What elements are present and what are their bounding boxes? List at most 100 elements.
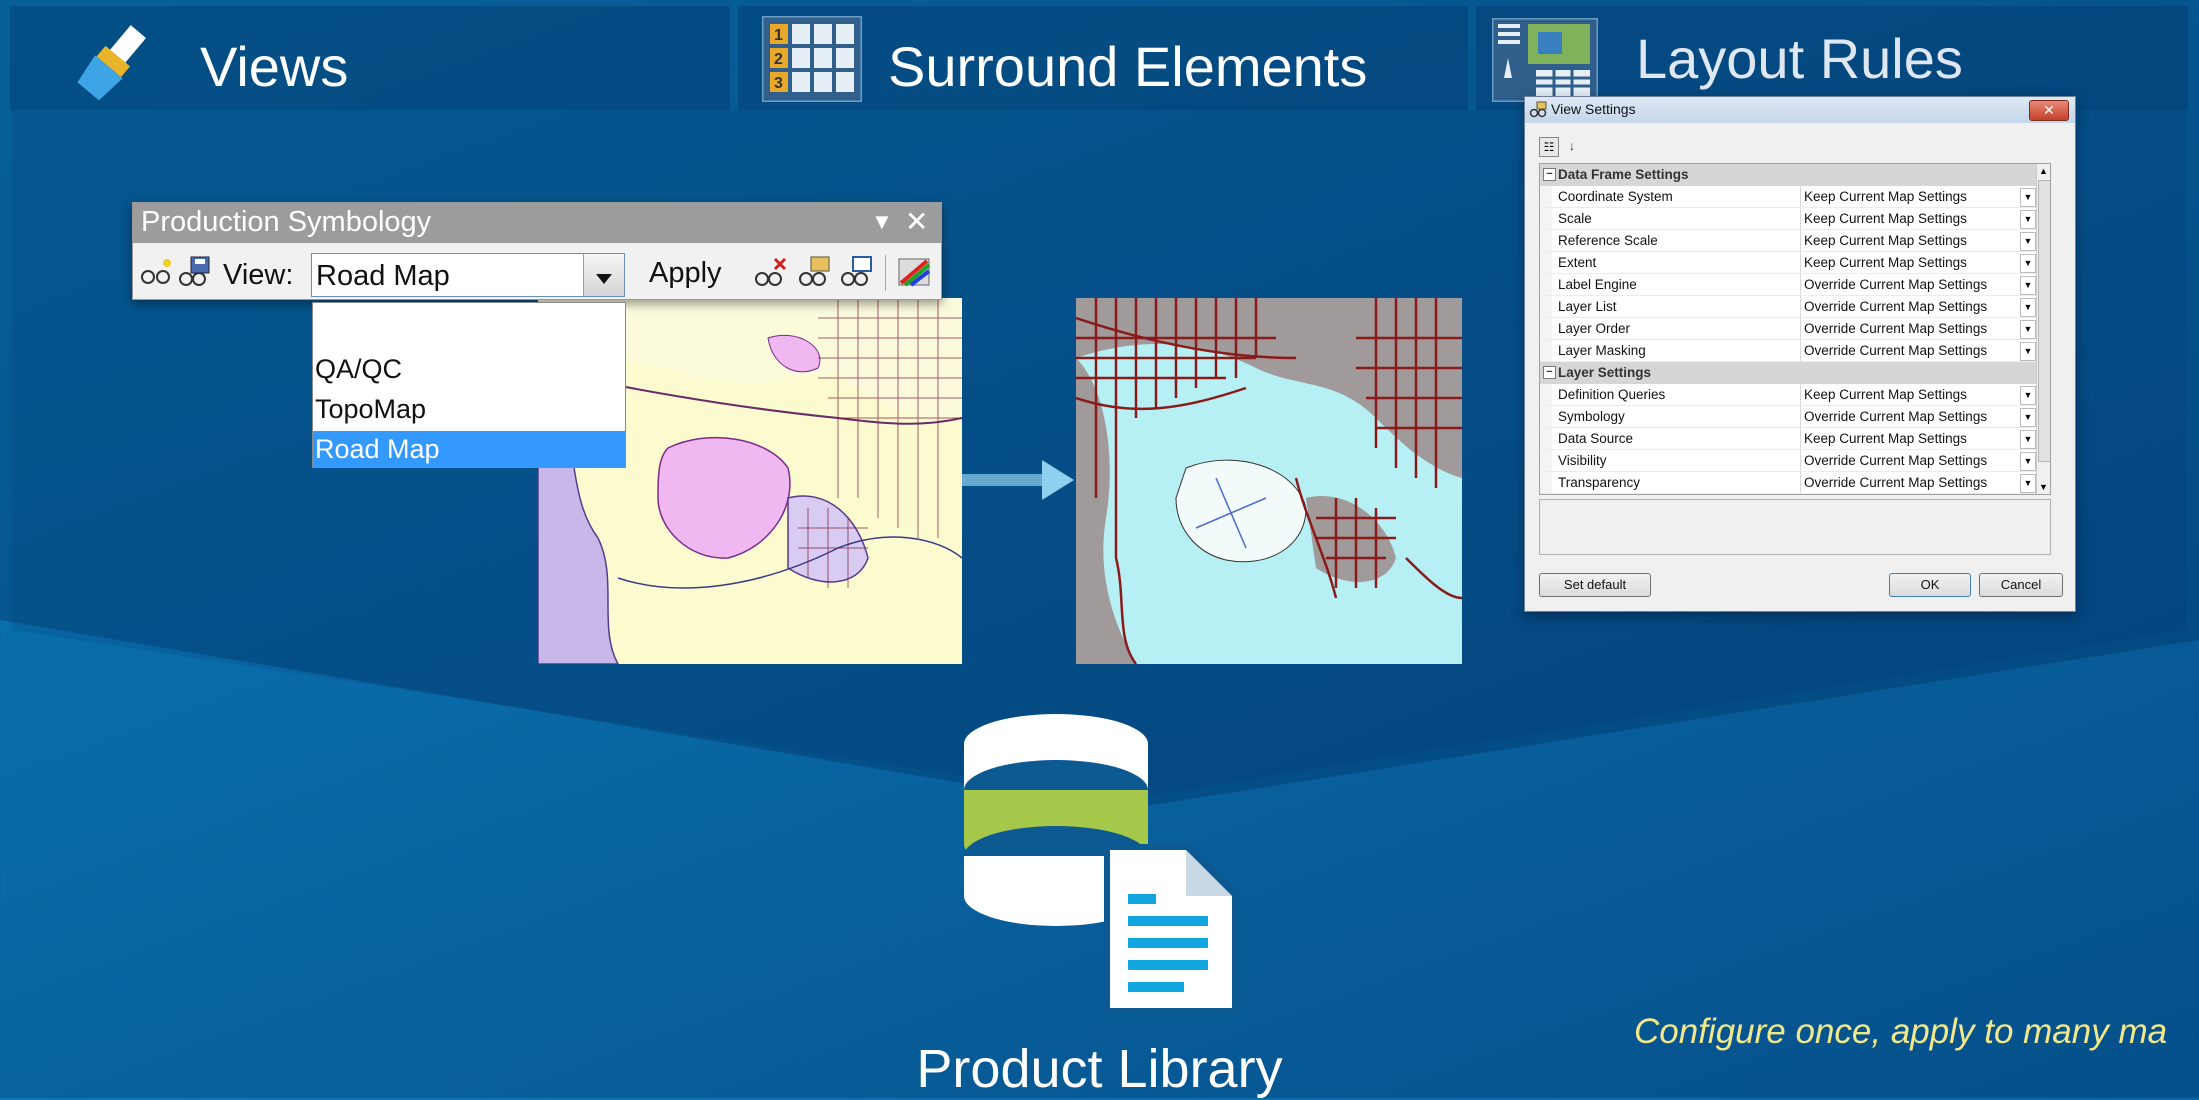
scrollbar-thumb[interactable]: [2038, 180, 2050, 462]
property-row[interactable]: Reference Scale Keep Current Map Settings…: [1540, 230, 2036, 252]
grid-divider: [1800, 208, 1801, 230]
chevron-down-icon[interactable]: ▼: [2020, 474, 2036, 493]
property-value: Override Current Map Settings: [1804, 321, 1988, 336]
property-value: Override Current Map Settings: [1804, 453, 1988, 468]
paintbrush-icon: [77, 25, 147, 101]
category-layer-settings[interactable]: − Layer Settings: [1540, 362, 2036, 384]
view-label: View:: [223, 259, 294, 291]
category-data-frame-settings[interactable]: − Data Frame Settings: [1540, 164, 2036, 186]
vertical-scrollbar[interactable]: ▲ ▼: [2036, 164, 2050, 494]
property-name: Label Engine: [1558, 277, 1637, 292]
chevron-down-icon[interactable]: ▼: [2020, 408, 2036, 427]
ok-button[interactable]: OK: [1889, 573, 1971, 597]
property-value: Keep Current Map Settings: [1804, 387, 1967, 402]
description-panel: [1539, 499, 2051, 555]
grid-divider: [1800, 230, 1801, 252]
dropdown-option-road-map[interactable]: Road Map: [313, 431, 625, 467]
collapse-icon[interactable]: −: [1543, 168, 1556, 181]
view-dropdown-list: QA/QC TopoMap Road Map: [312, 302, 626, 468]
property-row[interactable]: Visibility Override Current Map Settings ▼: [1540, 450, 2036, 472]
chevron-down-icon[interactable]: ▼: [2020, 342, 2036, 361]
grid-numbered-icon: 1 2 3: [762, 16, 862, 102]
glasses-delete-icon[interactable]: [753, 255, 787, 289]
property-row[interactable]: Layer List Override Current Map Settings ▼: [1540, 296, 2036, 318]
category-label: Data Frame Settings: [1558, 167, 1689, 182]
arrow-right-icon: [962, 460, 1074, 500]
collapse-icon[interactable]: −: [1543, 366, 1556, 379]
grid-divider: [1800, 296, 1801, 318]
property-row[interactable]: Layer Order Override Current Map Settings…: [1540, 318, 2036, 340]
toolbar-title-bar[interactable]: Production Symbology ▼ ✕: [133, 203, 941, 243]
scroll-up-icon[interactable]: ▲: [2039, 166, 2048, 176]
property-row[interactable]: Data Source Keep Current Map Settings ▼: [1540, 428, 2036, 450]
property-name: Visibility: [1558, 453, 1607, 468]
scroll-down-icon[interactable]: ▼: [2039, 482, 2048, 492]
property-row[interactable]: Scale Keep Current Map Settings ▼: [1540, 208, 2036, 230]
svg-text:2: 2: [774, 51, 783, 68]
property-row[interactable]: Layer Masking Override Current Map Settin…: [1540, 340, 2036, 362]
view-select-value: Road Map: [316, 260, 450, 292]
glasses-properties-icon[interactable]: [797, 255, 831, 289]
close-button[interactable]: ✕: [2029, 100, 2069, 121]
glasses-settings-icon[interactable]: [839, 255, 873, 289]
tab-title-surround-elements: Surround Elements: [888, 35, 1368, 98]
tab-views[interactable]: Views: [10, 6, 730, 110]
set-default-button[interactable]: Set default: [1539, 573, 1651, 597]
dropdown-option-topomap[interactable]: TopoMap: [313, 391, 625, 427]
property-name: Layer Order: [1558, 321, 1631, 336]
row-separator: [1540, 493, 2036, 494]
toolbar-title: Production Symbology: [141, 206, 432, 238]
property-value: Override Current Map Settings: [1804, 299, 1988, 314]
cancel-button[interactable]: Cancel: [1979, 573, 2063, 597]
color-palette-icon[interactable]: [897, 255, 931, 289]
chevron-down-icon[interactable]: ▼: [2020, 232, 2036, 251]
chevron-down-icon[interactable]: ▼: [2020, 320, 2036, 339]
dialog-title-bar[interactable]: View Settings ✕: [1525, 97, 2075, 123]
property-row[interactable]: Extent Keep Current Map Settings ▼: [1540, 252, 2036, 274]
glasses-save-icon[interactable]: [177, 255, 211, 289]
property-row[interactable]: Label Engine Override Current Map Setting…: [1540, 274, 2036, 296]
chevron-down-icon[interactable]: [583, 254, 624, 296]
glasses-new-icon[interactable]: [139, 255, 173, 289]
dropdown-option-blank[interactable]: [313, 309, 625, 345]
apply-button[interactable]: Apply: [649, 257, 722, 290]
property-value: Keep Current Map Settings: [1804, 211, 1967, 226]
view-select[interactable]: Road Map: [311, 253, 625, 297]
tab-title-layout-rules: Layout Rules: [1636, 27, 1963, 90]
category-label: Layer Settings: [1558, 365, 1652, 380]
chevron-down-icon[interactable]: ▼: [2020, 188, 2036, 207]
chevron-down-icon[interactable]: ▼: [2020, 276, 2036, 295]
property-name: Coordinate System: [1558, 189, 1673, 204]
chevron-down-icon[interactable]: ▼: [2020, 254, 2036, 273]
svg-text:1: 1: [774, 27, 783, 44]
categorized-view-icon[interactable]: ☷: [1539, 137, 1559, 157]
chevron-down-icon[interactable]: ▼: [2020, 386, 2036, 405]
property-name: Reference Scale: [1558, 233, 1658, 248]
grid-divider: [1800, 450, 1801, 472]
tagline: Configure once, apply to many ma: [1634, 1012, 2168, 1051]
grid-divider: [1800, 252, 1801, 274]
chevron-down-icon[interactable]: ▼: [2020, 298, 2036, 317]
property-row[interactable]: Symbology Override Current Map Settings ▼: [1540, 406, 2036, 428]
grid-divider: [1800, 186, 1801, 208]
property-row[interactable]: Definition Queries Keep Current Map Setti…: [1540, 384, 2036, 406]
property-row[interactable]: Transparency Override Current Map Setting…: [1540, 472, 2036, 494]
property-value: Keep Current Map Settings: [1804, 431, 1967, 446]
chevron-down-icon[interactable]: ▼: [2020, 210, 2036, 229]
property-name: Extent: [1558, 255, 1597, 270]
property-grid: − Data Frame Settings Coordinate System K…: [1539, 163, 2051, 495]
layout-page-icon: [1492, 18, 1598, 102]
property-row[interactable]: Coordinate System Keep Current Map Settin…: [1540, 186, 2036, 208]
glasses-settings-icon: [1529, 101, 1547, 118]
tab-title-views: Views: [200, 35, 349, 98]
tab-surround-elements[interactable]: 1 2 3 Surround Elements: [738, 6, 1468, 110]
chevron-down-icon[interactable]: ▼: [2020, 452, 2036, 471]
chevron-down-icon[interactable]: ▼: [2020, 430, 2036, 449]
grid-divider: [1800, 406, 1801, 428]
toolbar-separator: [885, 255, 886, 291]
toolbar-menu-arrow-icon[interactable]: ▼: [871, 209, 893, 235]
dropdown-option-qa-qc[interactable]: QA/QC: [313, 351, 625, 387]
close-icon[interactable]: ✕: [905, 205, 928, 238]
sort-alphabetical-icon[interactable]: ↓: [1563, 137, 1581, 155]
tab-layout-rules[interactable]: Layout Rules: [1476, 6, 2188, 110]
